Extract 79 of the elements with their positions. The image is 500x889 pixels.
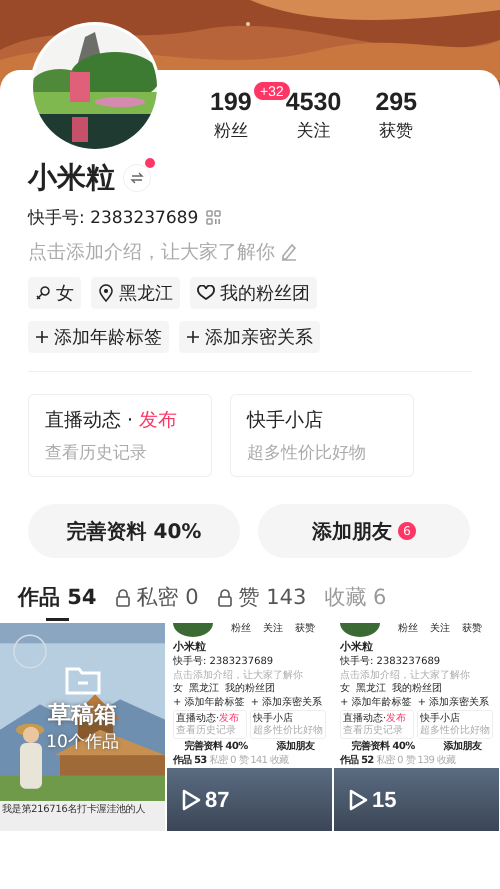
card-title: 直播动态·发布 xyxy=(176,713,240,724)
user-name: 小米粒 xyxy=(173,639,207,654)
card-title: 快手小店 xyxy=(253,713,294,724)
tab-label: 收藏 xyxy=(437,754,456,766)
action-button[interactable]: 添加朋友 6 xyxy=(258,504,470,558)
profile-tag[interactable]: 我的粉丝团 xyxy=(190,277,317,309)
play-count: 87 xyxy=(205,786,230,813)
tab-label: 作品 52 xyxy=(340,754,374,766)
play-icon xyxy=(181,788,201,811)
content-tab[interactable]: 作品 54 xyxy=(18,584,97,622)
tab-label: 作品 53 xyxy=(173,754,206,766)
card-title: 快手小店 xyxy=(247,408,324,433)
stat-label: 粉丝 xyxy=(398,623,418,635)
plus-icon xyxy=(186,330,200,344)
avatar-crop-icon xyxy=(173,623,213,638)
stat-label[interactable]: 获赞 xyxy=(379,119,414,142)
user-name: 小米粒 xyxy=(340,639,374,654)
female-symbol-icon xyxy=(35,285,51,301)
folder-icon xyxy=(64,664,100,695)
profile-tag: 女 xyxy=(173,683,183,695)
account-id: 快手号: 2383237689 xyxy=(340,656,442,668)
card-title: 直播动态 · 发布 xyxy=(45,408,178,433)
play-count: 15 xyxy=(372,786,396,813)
tab-label: 私密 0 xyxy=(376,754,403,766)
location-pin-icon xyxy=(98,284,114,302)
pencil-icon xyxy=(279,242,299,262)
stat-label: 粉丝 xyxy=(231,623,251,635)
stat-label[interactable]: 关注 xyxy=(296,119,331,142)
play-icon xyxy=(348,788,368,811)
stat-label: 获赞 xyxy=(295,623,315,635)
action-label: 完善资料 40% xyxy=(184,741,248,753)
add-tag-label: + 添加亲密关系 xyxy=(418,696,490,708)
add-tag-label: + 添加年龄标签 xyxy=(340,696,412,708)
content-tab[interactable]: 赞 143 xyxy=(216,584,306,622)
user-name: 小米粒 xyxy=(28,159,115,196)
card-subtitle: 查看历史记录 xyxy=(343,724,404,736)
card-subtitle: 超多性价比好物 xyxy=(247,442,367,464)
action-label: 完善资料 40% xyxy=(351,741,415,753)
stat-label[interactable]: 粉丝 xyxy=(214,119,248,142)
profile-tag[interactable]: 黑龙江 xyxy=(91,277,180,309)
switch-account-button[interactable] xyxy=(123,164,151,192)
tab-label: 收藏 xyxy=(270,754,288,766)
profile-tag: 黑龙江 xyxy=(189,683,219,695)
tab-label: 私密 0 xyxy=(209,754,236,766)
card-subtitle: 查看历史记录 xyxy=(176,724,237,736)
draft-count: 10个作品 xyxy=(46,730,119,753)
profile-tag: 黑龙江 xyxy=(356,683,386,695)
plus-icon xyxy=(35,330,49,344)
account-id: 快手号: 2383237689 xyxy=(28,207,198,229)
profile-tag: 我的粉丝团 xyxy=(392,683,442,695)
card-subtitle: 查看历史记录 xyxy=(45,442,148,464)
profile-tag[interactable]: 女 xyxy=(28,277,81,309)
tab-label: 赞 139 xyxy=(406,754,434,766)
content-tab[interactable]: 私密 0 xyxy=(114,584,199,622)
add-tag-button[interactable]: 添加亲密关系 xyxy=(179,321,320,353)
action-label: 添加朋友 xyxy=(444,741,482,753)
profile-tag: 女 xyxy=(340,683,350,695)
swap-arrows-icon xyxy=(130,171,144,185)
card-title: 快手小店 xyxy=(420,713,461,724)
add-tag-label: + 添加亲密关系 xyxy=(250,696,322,708)
feature-card[interactable]: 直播动态 · 发布 查看历史记录 xyxy=(28,394,212,477)
intro-text: 点击添加介绍，让大家了解你 xyxy=(173,670,304,682)
card-subtitle: 超多性价比好物 xyxy=(420,724,490,736)
intro-text: 点击添加介绍，让大家了解你 xyxy=(340,670,471,682)
add-tag-button[interactable]: 添加年龄标签 xyxy=(28,321,169,353)
feature-card[interactable]: 快手小店 超多性价比好物 xyxy=(230,394,414,477)
account-id: 快手号: 2383237689 xyxy=(173,656,274,668)
card-subtitle: 超多性价比好物 xyxy=(253,724,323,736)
card-title: 直播动态·发布 xyxy=(343,713,408,724)
count-badge: 6 xyxy=(398,522,416,540)
heart-icon xyxy=(197,285,215,301)
tab-label: 赞 141 xyxy=(238,754,268,766)
profile-tag: 我的粉丝团 xyxy=(225,683,275,695)
add-tag-label: + 添加年龄标签 xyxy=(173,696,245,708)
action-button[interactable]: 完善资料 40% xyxy=(28,504,240,558)
action-label: 添加朋友 xyxy=(276,741,315,753)
stat-label: 获赞 xyxy=(462,623,482,635)
qr-code-icon[interactable] xyxy=(206,210,222,225)
avatar-crop-icon xyxy=(340,623,380,638)
